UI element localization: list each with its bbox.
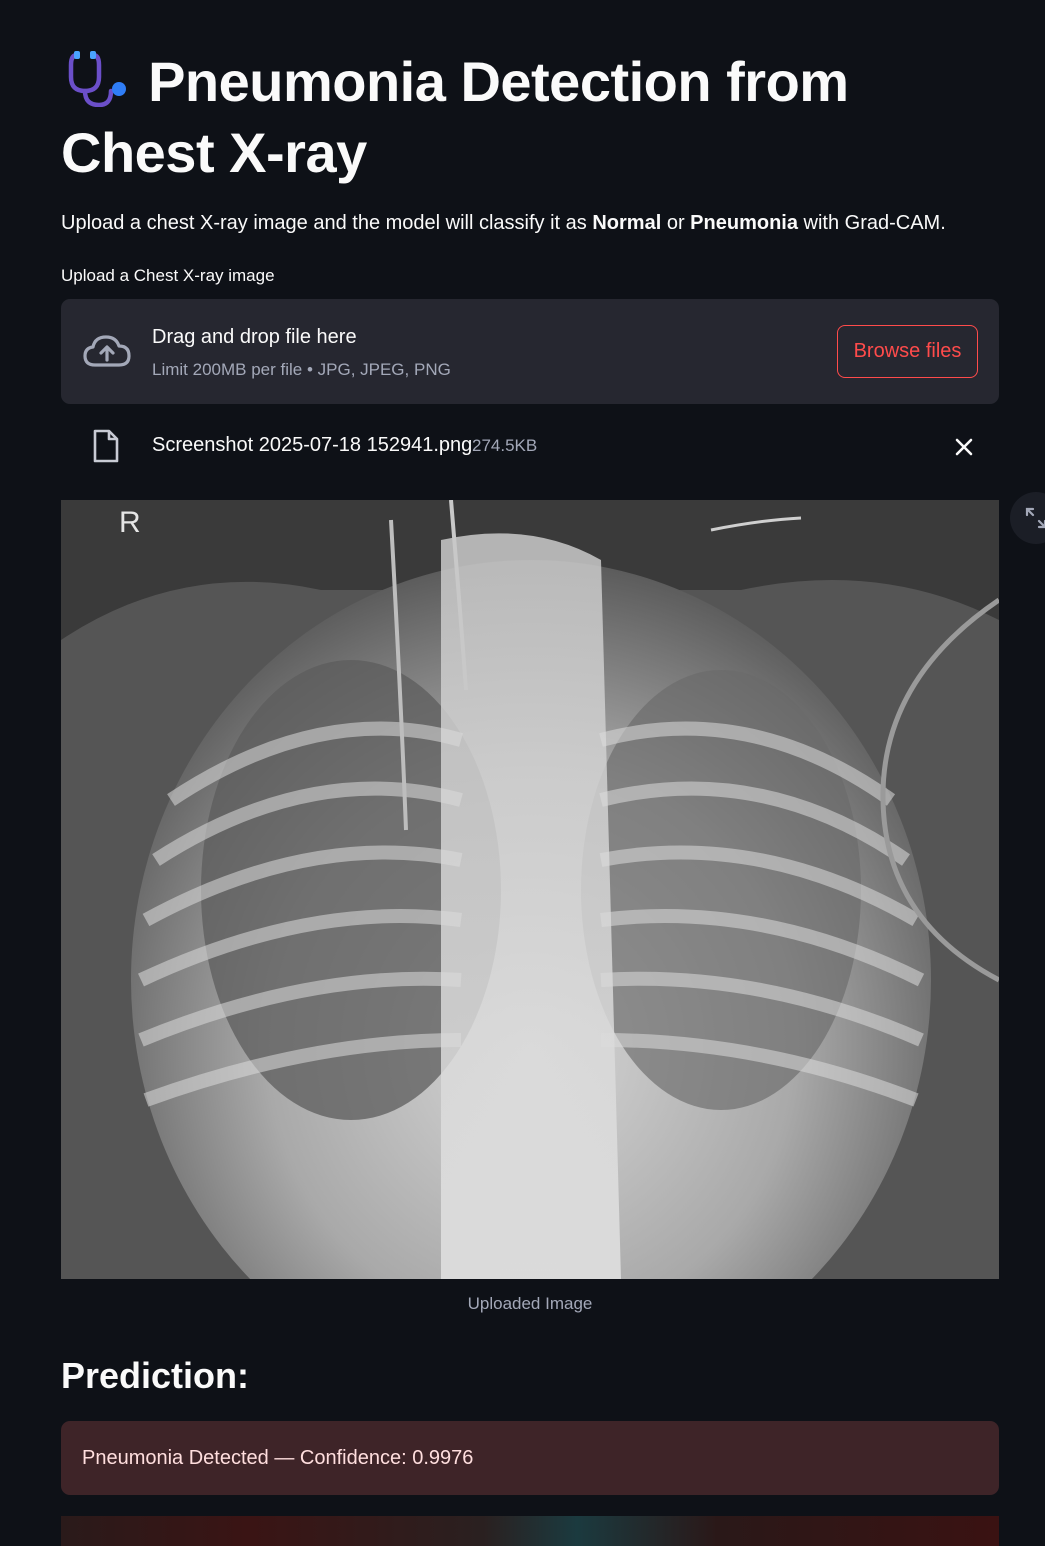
- prediction-alert: Pneumonia Detected — Confidence: 0.9976: [61, 1421, 999, 1495]
- dropzone-title: Drag and drop file here: [152, 326, 357, 348]
- uploader-label: Upload a Chest X-ray image: [61, 266, 275, 285]
- stethoscope-icon: [61, 47, 133, 108]
- intro-text: Upload a chest X-ray image and the model…: [61, 210, 946, 236]
- page-title: Pneumonia Detection from Chest X-ray: [61, 46, 999, 188]
- label-normal: Normal: [592, 212, 662, 234]
- intro-or: or: [661, 212, 691, 234]
- fullscreen-button[interactable]: [1010, 492, 1045, 544]
- expand-icon: [1025, 507, 1045, 529]
- gradcam-image: [61, 1516, 999, 1546]
- prediction-heading: Prediction:: [61, 1355, 250, 1396]
- cloud-upload-icon: [81, 331, 133, 371]
- remove-file-icon[interactable]: [951, 434, 977, 460]
- browse-files-button[interactable]: Browse files: [837, 325, 978, 378]
- file-name: Screenshot 2025-07-18 152941.png: [152, 434, 473, 456]
- file-dropzone[interactable]: Drag and drop file here Limit 200MB per …: [61, 299, 999, 404]
- dropzone-limit: Limit 200MB per file • JPG, JPEG, PNG: [152, 360, 451, 379]
- uploaded-file-row: Screenshot 2025-07-18 152941.png 274.5KB: [61, 420, 999, 472]
- file-size: 274.5KB: [472, 436, 538, 455]
- image-caption: Uploaded Image: [467, 1294, 593, 1313]
- uploaded-xray-image: R: [61, 500, 999, 1279]
- intro-before: Upload a chest X-ray image and the model…: [61, 212, 593, 234]
- xray-side-marker: R: [119, 506, 141, 539]
- intro-after: with Grad-CAM.: [797, 212, 946, 234]
- page-title-text: Pneumonia Detection from Chest X-ray: [61, 50, 849, 184]
- prediction-result: Pneumonia Detected — Confidence: 0.9976: [82, 1447, 474, 1469]
- file-icon: [92, 429, 120, 463]
- label-pneumonia: Pneumonia: [690, 212, 798, 234]
